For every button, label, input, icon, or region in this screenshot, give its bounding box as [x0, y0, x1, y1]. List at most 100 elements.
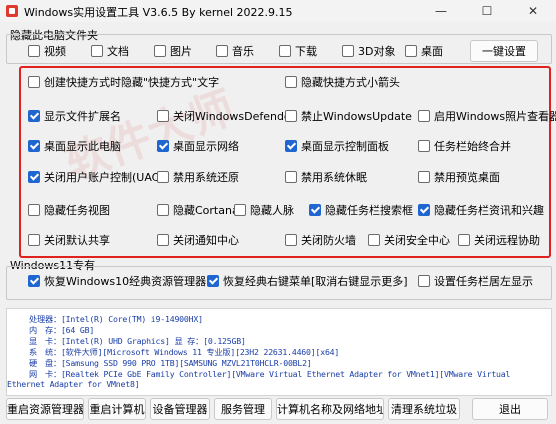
option-hide-cortana[interactable]: 隐藏Cortana	[157, 202, 239, 218]
option-disable-remote-assistance[interactable]: 关闭远程协助	[458, 232, 540, 248]
option-win10-explorer[interactable]: 恢复Windows10经典资源管理器	[28, 273, 206, 289]
computer-name-network-button[interactable]: 计算机名称及网络地址	[276, 398, 384, 420]
system-info-panel: 处理器：[Intel(R) Core(TM) i9-14900HX] 内 存：[…	[6, 308, 552, 396]
title-bar: Windows实用设置工具 V3.6.5 By kernel 2022.9.15…	[0, 0, 556, 22]
option-hide-task-view[interactable]: 隐藏任务视图	[28, 202, 110, 218]
checkbox-pictures[interactable]: 图片	[154, 43, 192, 59]
restart-explorer-button[interactable]: 重启资源管理器	[6, 398, 84, 420]
checkbox-box	[207, 275, 219, 287]
option-desktop-this-pc[interactable]: 桌面显示此电脑	[28, 138, 121, 154]
checkbox-desktop[interactable]: 桌面	[405, 43, 443, 59]
option-disable-security-center[interactable]: 关闭安全中心	[368, 232, 450, 248]
checkbox-box	[279, 45, 291, 57]
checkbox-downloads[interactable]: 下载	[279, 43, 317, 59]
one-key-setup-button[interactable]: 一键设置	[470, 40, 538, 62]
checkbox-label: 桌面	[421, 45, 443, 58]
option-hide-people[interactable]: 隐藏人脉	[234, 202, 294, 218]
option-label: 创建快捷方式时隐藏"快捷方式"文字	[44, 76, 220, 89]
option-label: 隐藏人脉	[250, 204, 294, 217]
option-label: 禁用系统休眠	[301, 171, 367, 184]
checkbox-box	[216, 45, 228, 57]
option-label: 关闭通知中心	[173, 234, 239, 247]
option-label: 设置任务栏居左显示	[434, 275, 533, 288]
checkbox-box	[28, 110, 40, 122]
option-taskbar-always-combine[interactable]: 任务栏始终合并	[418, 138, 511, 154]
option-desktop-control-panel[interactable]: 桌面显示控制面板	[285, 138, 389, 154]
checkbox-box	[418, 110, 430, 122]
option-label: 隐藏快捷方式小箭头	[301, 76, 400, 89]
option-disable-firewall[interactable]: 关闭防火墙	[285, 232, 356, 248]
option-label: 隐藏Cortana	[173, 204, 239, 217]
checkbox-3d-objects[interactable]: 3D对象	[342, 43, 395, 59]
checkbox-box	[28, 204, 40, 216]
checkbox-box	[28, 45, 40, 57]
option-label: 恢复经典右键菜单[取消右键显示更多]	[223, 275, 408, 288]
checkbox-box	[285, 76, 297, 88]
option-disable-windows-update[interactable]: 禁止WindowsUpdate	[285, 108, 412, 124]
exit-button[interactable]: 退出	[472, 398, 548, 420]
checkbox-box	[285, 171, 297, 183]
checkbox-box	[91, 45, 103, 57]
option-label: 隐藏任务视图	[44, 204, 110, 217]
highlight-frame	[19, 66, 551, 258]
option-disable-hibernate[interactable]: 禁用系统休眠	[285, 169, 367, 185]
checkbox-documents[interactable]: 文档	[91, 43, 129, 59]
device-manager-button[interactable]: 设备管理器	[150, 398, 210, 420]
close-button[interactable]: ✕	[510, 0, 556, 22]
option-label: 桌面显示此电脑	[44, 140, 121, 153]
minimize-button[interactable]: —	[418, 0, 464, 22]
checkbox-box	[418, 140, 430, 152]
restart-computer-button[interactable]: 重启计算机	[88, 398, 146, 420]
option-label: 关闭默认共享	[44, 234, 110, 247]
checkbox-box	[28, 171, 40, 183]
option-label: 关闭安全中心	[384, 234, 450, 247]
checkbox-box	[157, 110, 169, 122]
option-label: 禁止WindowsUpdate	[301, 110, 412, 123]
option-disable-default-share[interactable]: 关闭默认共享	[28, 232, 110, 248]
checkbox-music[interactable]: 音乐	[216, 43, 254, 59]
checkbox-box	[342, 45, 354, 57]
option-label: 禁用系统还原	[173, 171, 239, 184]
info-network-cont: Ethernet Adapter for VMnet8]	[7, 379, 140, 389]
checkbox-box	[28, 275, 40, 287]
checkbox-box	[418, 275, 430, 287]
checkbox-video[interactable]: 视频	[28, 43, 66, 59]
option-disable-system-restore[interactable]: 禁用系统还原	[157, 169, 239, 185]
option-disable-uac[interactable]: 关闭用户账户控制(UAC)	[28, 169, 164, 185]
clean-junk-button[interactable]: 清理系统垃圾	[388, 398, 460, 420]
option-hide-shortcut-arrow[interactable]: 隐藏快捷方式小箭头	[285, 74, 400, 90]
option-show-extensions[interactable]: 显示文件扩展名	[28, 108, 121, 124]
checkbox-label: 3D对象	[358, 45, 396, 58]
checkbox-box	[28, 234, 40, 246]
option-label: 启用Windows照片查看器	[434, 110, 556, 123]
checkbox-label: 视频	[44, 45, 66, 58]
checkbox-box	[234, 204, 246, 216]
maximize-button[interactable]: ☐	[464, 0, 510, 22]
checkbox-box	[368, 234, 380, 246]
option-classic-context-menu[interactable]: 恢复经典右键菜单[取消右键显示更多]	[207, 273, 408, 289]
option-hide-taskbar-search[interactable]: 隐藏任务栏搜索框	[309, 202, 413, 218]
option-taskbar-left[interactable]: 设置任务栏居左显示	[418, 273, 533, 289]
option-desktop-network[interactable]: 桌面显示网络	[157, 138, 239, 154]
checkbox-box	[285, 110, 297, 122]
services-button[interactable]: 服务管理	[214, 398, 272, 420]
option-label: 关闭WindowsDefender	[173, 110, 296, 123]
window-title: Windows实用设置工具 V3.6.5 By kernel 2022.9.15	[24, 6, 293, 19]
option-enable-photo-viewer[interactable]: 启用Windows照片查看器	[418, 108, 556, 124]
option-disable-notification-center[interactable]: 关闭通知中心	[157, 232, 239, 248]
option-label: 关闭远程协助	[474, 234, 540, 247]
option-hide-shortcut-text[interactable]: 创建快捷方式时隐藏"快捷方式"文字	[28, 74, 219, 90]
option-label: 关闭防火墙	[301, 234, 356, 247]
option-label: 禁用预览桌面	[434, 171, 500, 184]
checkbox-box	[28, 76, 40, 88]
checkbox-label: 文档	[107, 45, 129, 58]
option-disable-defender[interactable]: 关闭WindowsDefender	[157, 108, 295, 124]
option-hide-news-interests[interactable]: 隐藏任务栏资讯和兴趣	[418, 202, 544, 218]
checkbox-box	[418, 204, 430, 216]
checkbox-box	[458, 234, 470, 246]
option-label: 隐藏任务栏资讯和兴趣	[434, 204, 544, 217]
option-disable-peek-desktop[interactable]: 禁用预览桌面	[418, 169, 500, 185]
option-label: 桌面显示网络	[173, 140, 239, 153]
checkbox-box	[285, 140, 297, 152]
option-label: 任务栏始终合并	[434, 140, 511, 153]
